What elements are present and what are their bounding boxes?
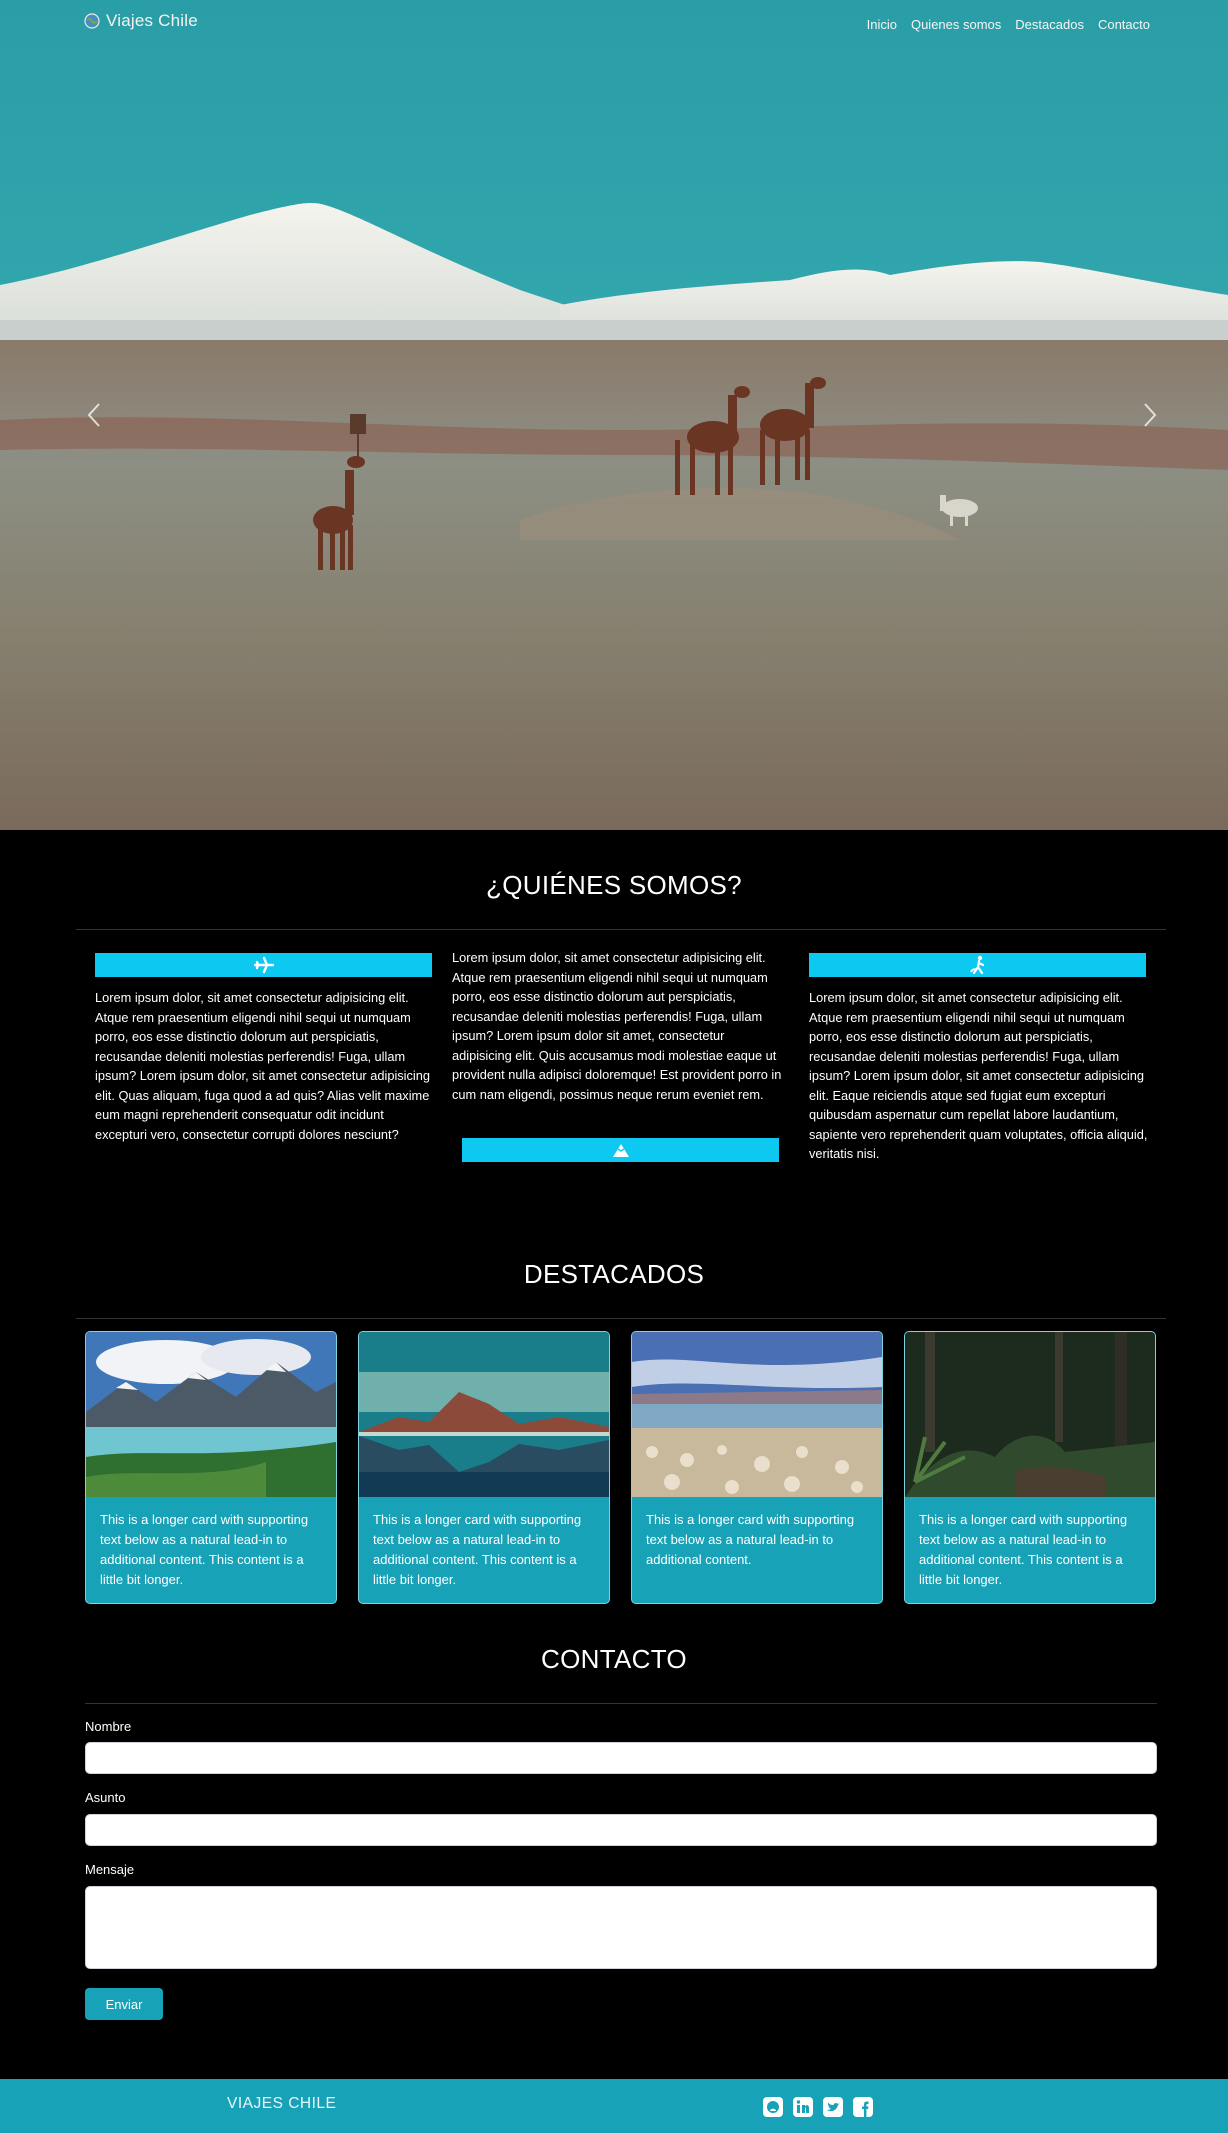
card-image-3	[632, 1332, 882, 1497]
card-body-2: This is a longer card with supporting te…	[373, 1512, 582, 1587]
mountain-icon	[612, 1144, 629, 1157]
carousel-prev-icon[interactable]	[80, 400, 110, 430]
twitter-icon[interactable]	[822, 2096, 844, 2118]
about-icon-bar-3	[809, 953, 1146, 977]
contact-title: CONTACTO	[541, 1644, 687, 1674]
subject-input[interactable]	[85, 1814, 1157, 1846]
about-text-3: Lorem ipsum dolor, sit amet consectetur …	[809, 990, 1148, 1161]
footer: VIAJES CHILE	[0, 2079, 1228, 2133]
hero-image	[0, 0, 1228, 830]
about-text-1: Lorem ipsum dolor, sit amet consectetur …	[95, 990, 431, 1142]
name-label: Nombre	[85, 1719, 132, 1734]
nav-links: Inicio Quienes somos Destacados Contacto	[867, 17, 1150, 32]
card-image-2	[359, 1332, 609, 1497]
navbar: Viajes Chile Inicio Quienes somos Destac…	[0, 0, 1228, 50]
card-body-3: This is a longer card with supporting te…	[646, 1512, 855, 1567]
about-title: ¿QUIÉNES SOMOS?	[486, 870, 742, 900]
brand[interactable]: Viajes Chile	[84, 11, 198, 31]
hiking-icon	[969, 955, 984, 975]
nav-link-inicio[interactable]: Inicio	[867, 17, 897, 32]
message-label: Mensaje	[85, 1862, 135, 1877]
name-input[interactable]	[85, 1742, 1157, 1774]
about-text-2: Lorem ipsum dolor, sit amet consectetur …	[452, 950, 782, 1102]
social-links	[762, 2096, 874, 2118]
card-body-4: This is a longer card with supporting te…	[919, 1512, 1128, 1587]
featured-divider	[76, 1318, 1166, 1319]
featured-title: DESTACADOS	[523, 1259, 705, 1289]
github-icon[interactable]	[762, 2096, 784, 2118]
card-image-4	[905, 1332, 1155, 1497]
footer-brand: VIAJES CHILE	[227, 2095, 337, 2112]
about-icon-bar-2	[462, 1138, 779, 1162]
about-icon-bar-1	[95, 953, 432, 977]
facebook-icon[interactable]	[852, 2096, 874, 2118]
message-textarea[interactable]	[85, 1886, 1157, 1969]
contact-divider	[85, 1703, 1157, 1704]
nav-link-contacto[interactable]: Contacto	[1098, 17, 1150, 32]
nav-link-quienes-somos[interactable]: Quienes somos	[911, 17, 1001, 32]
brand-text: Viajes Chile	[106, 11, 198, 30]
featured-card-3[interactable]: This is a longer card with supporting te…	[631, 1331, 883, 1604]
globe-logo-icon	[84, 13, 100, 29]
card-body-1: This is a longer card with supporting te…	[100, 1512, 309, 1587]
linkedin-icon[interactable]	[792, 2096, 814, 2118]
hero-carousel: Viajes Chile Inicio Quienes somos Destac…	[0, 0, 1228, 830]
nav-link-destacados[interactable]: Destacados	[1015, 17, 1084, 32]
featured-card-4[interactable]: This is a longer card with supporting te…	[904, 1331, 1156, 1604]
submit-button[interactable]: Enviar	[85, 1988, 163, 2020]
featured-card-1[interactable]: This is a longer card with supporting te…	[85, 1331, 337, 1604]
subject-label: Asunto	[85, 1790, 126, 1805]
card-image-1	[86, 1332, 336, 1497]
featured-card-2[interactable]: This is a longer card with supporting te…	[358, 1331, 610, 1604]
about-divider	[76, 929, 1166, 930]
carousel-next-icon[interactable]	[1134, 400, 1164, 430]
airplane-icon	[253, 956, 274, 974]
